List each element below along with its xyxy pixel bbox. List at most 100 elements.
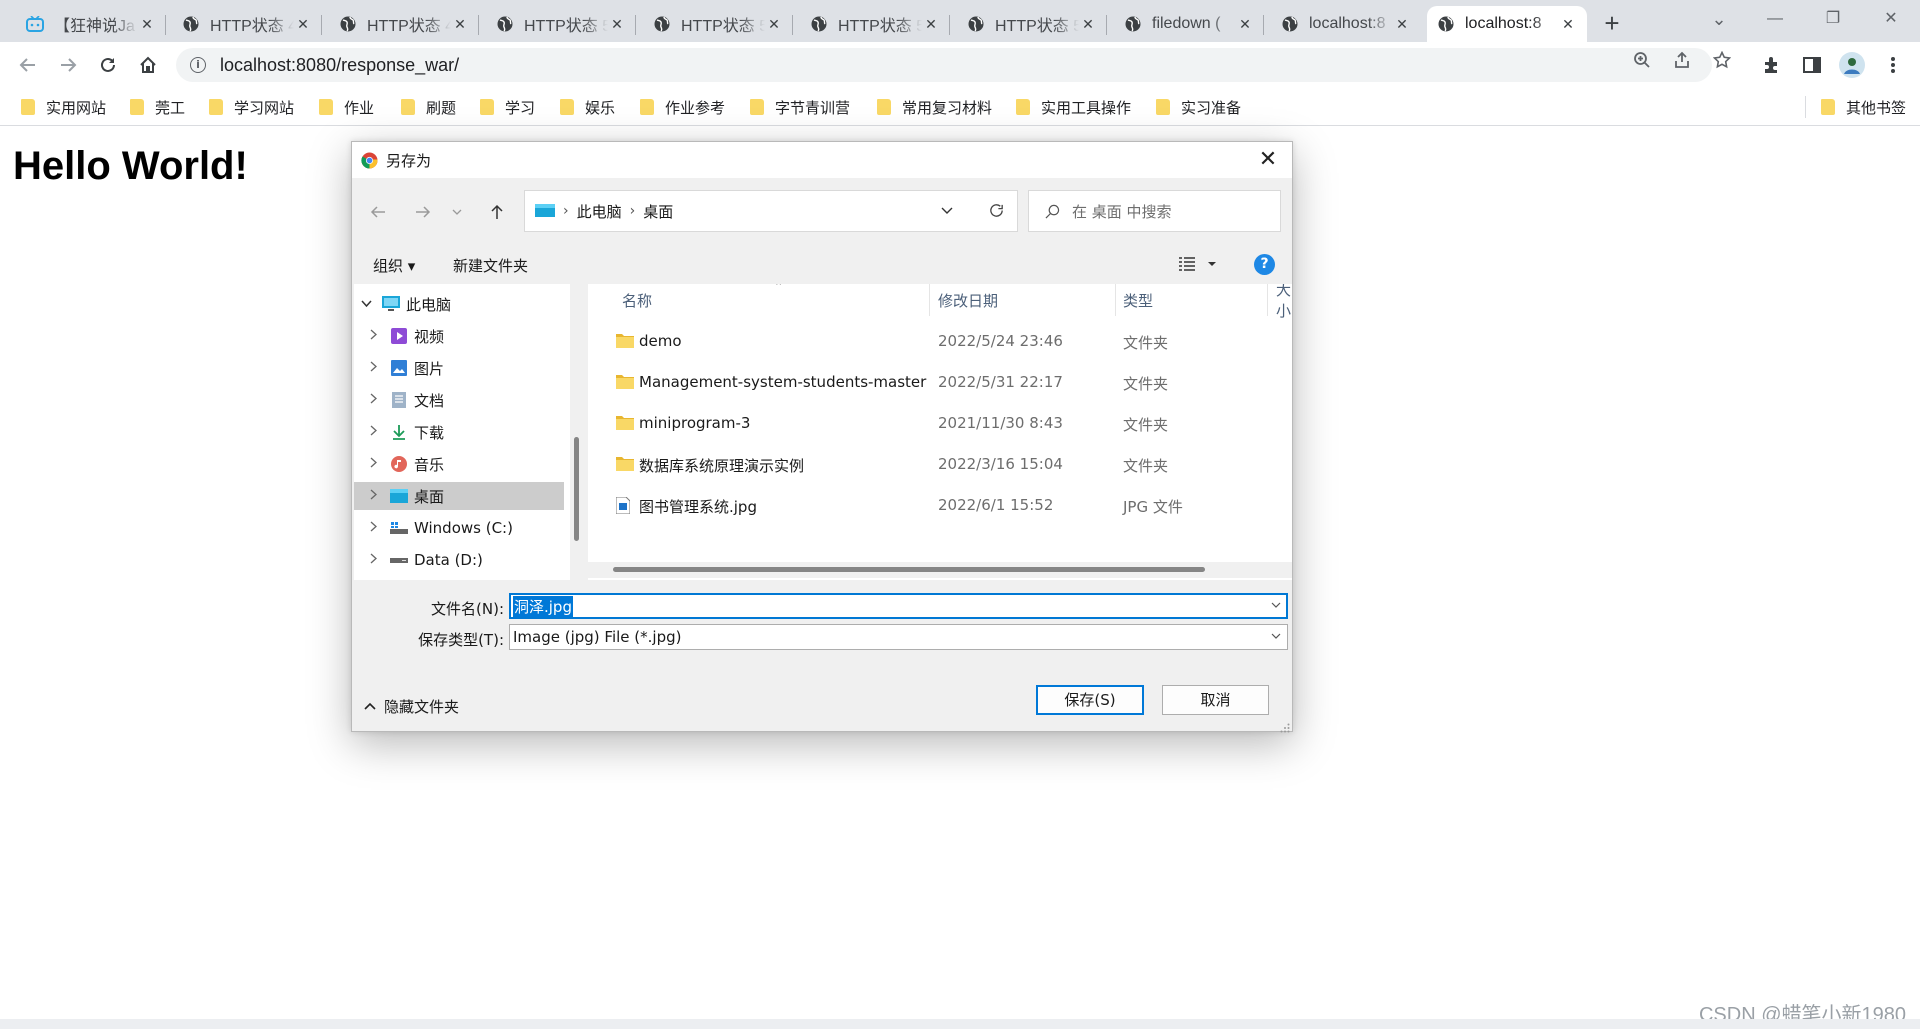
dialog-search-input[interactable]: 在 桌面 中搜索 (1028, 190, 1281, 232)
address-bar[interactable]: i localhost:8080/response_war/ (176, 48, 1712, 82)
tab-close-icon[interactable]: ✕ (922, 15, 940, 33)
hide-folders-toggle[interactable]: 隐藏文件夹 (364, 696, 459, 717)
browser-tab[interactable]: 【狂神说Ja ✕ (16, 6, 166, 42)
column-divider[interactable] (1267, 284, 1268, 316)
column-size[interactable]: 大小 (1276, 284, 1292, 320)
menu-icon[interactable] (1882, 54, 1904, 76)
browser-tab[interactable]: HTTP状态 4 ✕ (172, 6, 322, 42)
file-row[interactable]: miniprogram-3 2021/11/30 8:43 文件夹 (588, 403, 1292, 443)
tab-close-icon[interactable]: ✕ (608, 15, 626, 33)
address-url[interactable]: localhost:8080/response_war/ (220, 55, 459, 76)
bookmark-item[interactable]: 字节青训营 (750, 96, 850, 118)
filename-value[interactable]: 洞泽.jpg (513, 595, 573, 617)
tab-close-icon[interactable]: ✕ (451, 15, 469, 33)
tab-close-icon[interactable]: ✕ (1393, 15, 1411, 33)
profile-avatar[interactable] (1839, 52, 1865, 78)
chevron-right-icon[interactable] (366, 457, 382, 471)
breadcrumb-desktop[interactable]: 桌面 (643, 201, 673, 222)
bookmark-item[interactable]: 实用工具操作 (1016, 96, 1131, 118)
column-divider[interactable] (929, 284, 930, 316)
nav-tree-item[interactable]: 此电脑 (354, 290, 564, 318)
home-icon[interactable] (133, 50, 163, 80)
nav-tree-item[interactable]: 图片 (354, 354, 564, 382)
bookmark-item[interactable]: 学习 (480, 96, 535, 118)
nav-tree-item[interactable]: 下载 (354, 418, 564, 446)
column-divider[interactable] (1115, 284, 1116, 316)
breadcrumb-this-pc[interactable]: 此电脑 (577, 201, 622, 222)
browser-tab[interactable]: HTTP状态 5 ✕ (800, 6, 950, 42)
tab-close-icon[interactable]: ✕ (138, 15, 156, 33)
extensions-icon[interactable] (1761, 54, 1783, 76)
side-panel-icon[interactable] (1801, 54, 1823, 76)
organize-button[interactable]: 组织 ▾ (373, 255, 415, 276)
browser-tab[interactable]: HTTP状态 4 ✕ (329, 6, 479, 42)
chevron-right-icon[interactable] (366, 489, 382, 503)
minimize-icon[interactable]: — (1752, 0, 1798, 40)
chevron-down-icon[interactable] (358, 297, 374, 311)
zoom-icon[interactable] (1632, 50, 1652, 70)
browser-tab[interactable]: HTTP状态 5 ✕ (643, 6, 793, 42)
site-info-icon[interactable]: i (190, 57, 206, 73)
browser-tab[interactable]: localhost:8 ✕ (1271, 6, 1421, 42)
bookmark-item[interactable]: 实用网站 (21, 96, 106, 118)
browser-tab[interactable]: HTTP状态 5 ✕ (957, 6, 1107, 42)
forward-icon[interactable] (53, 50, 83, 80)
file-row[interactable]: 图书管理系统.jpg 2022/6/1 15:52 JPG 文件 (588, 485, 1292, 525)
chevron-right-icon[interactable] (366, 553, 382, 567)
chevron-right-icon[interactable] (366, 521, 382, 535)
chevron-right-icon[interactable] (366, 361, 382, 375)
bookmark-item[interactable]: 娱乐 (560, 96, 615, 118)
filetype-select[interactable]: Image (jpg) File (*.jpg) (509, 624, 1288, 650)
column-name[interactable]: 名称 (622, 284, 652, 316)
column-modified[interactable]: 修改日期 (938, 284, 998, 316)
nav-scrollbar-thumb[interactable] (574, 437, 579, 541)
file-row[interactable]: 数据库系统原理演示实例 2022/3/16 15:04 文件夹 (588, 444, 1292, 484)
bookmark-item[interactable]: 刷题 (401, 96, 456, 118)
bookmark-item[interactable]: 莞工 (130, 96, 185, 118)
bookmark-other[interactable]: 其他书签 (1821, 96, 1906, 118)
chevron-down-icon[interactable] (1271, 630, 1281, 644)
bookmark-item[interactable]: 作业参考 (640, 96, 725, 118)
dialog-close-icon[interactable]: ✕ (1254, 146, 1282, 174)
back-icon[interactable] (13, 50, 43, 80)
tab-close-icon[interactable]: ✕ (1559, 15, 1577, 33)
nav-tree-item[interactable]: Data (D:) (354, 546, 564, 574)
nav-tree-item[interactable]: 桌面 (354, 482, 564, 510)
cancel-button[interactable]: 取消 (1162, 685, 1269, 715)
new-tab-button[interactable]: + (1596, 8, 1628, 40)
bookmark-star-icon[interactable] (1712, 50, 1732, 70)
chevron-right-icon[interactable] (366, 393, 382, 407)
tab-close-icon[interactable]: ✕ (294, 15, 312, 33)
filename-input[interactable]: 洞泽.jpg (509, 593, 1288, 619)
save-button[interactable]: 保存(S) (1036, 685, 1144, 715)
nav-tree-item[interactable]: 视频 (354, 322, 564, 350)
column-type[interactable]: 类型 (1123, 284, 1153, 316)
file-row[interactable]: demo 2022/5/24 23:46 文件夹 (588, 321, 1292, 361)
bookmark-item[interactable]: 实习准备 (1156, 96, 1241, 118)
new-folder-button[interactable]: 新建文件夹 (453, 255, 528, 276)
file-row[interactable]: Management-system-students-master 2022/5/… (588, 362, 1292, 402)
resize-grip-icon[interactable] (1280, 719, 1290, 733)
file-list-scrollbar-thumb[interactable] (613, 567, 1205, 572)
up-folder-icon[interactable] (483, 198, 511, 226)
tab-close-icon[interactable]: ✕ (1079, 15, 1097, 33)
help-icon[interactable]: ? (1254, 254, 1275, 275)
chevron-right-icon[interactable] (366, 329, 382, 343)
browser-tab[interactable]: HTTP状态 5 ✕ (486, 6, 636, 42)
tab-close-icon[interactable]: ✕ (1236, 15, 1254, 33)
bookmark-item[interactable]: 常用复习材料 (877, 96, 992, 118)
bookmark-item[interactable]: 学习网站 (209, 96, 294, 118)
refresh-icon[interactable] (988, 202, 1005, 219)
chevron-down-icon[interactable] (1271, 599, 1281, 613)
bookmark-item[interactable]: 作业 (319, 96, 374, 118)
dialog-address-bar[interactable]: › 此电脑 › 桌面 (524, 190, 1018, 232)
browser-tab[interactable]: filedown (✕ (1114, 6, 1264, 42)
chevron-right-icon[interactable] (366, 425, 382, 439)
share-icon[interactable] (1672, 50, 1692, 70)
close-window-icon[interactable]: ✕ (1868, 0, 1914, 40)
restore-icon[interactable]: ❐ (1810, 0, 1856, 40)
tab-search-icon[interactable]: ⌄ (1696, 0, 1742, 40)
recent-locations-icon[interactable] (448, 198, 466, 226)
reload-icon[interactable] (93, 50, 123, 80)
nav-tree-item[interactable]: 文档 (354, 386, 564, 414)
